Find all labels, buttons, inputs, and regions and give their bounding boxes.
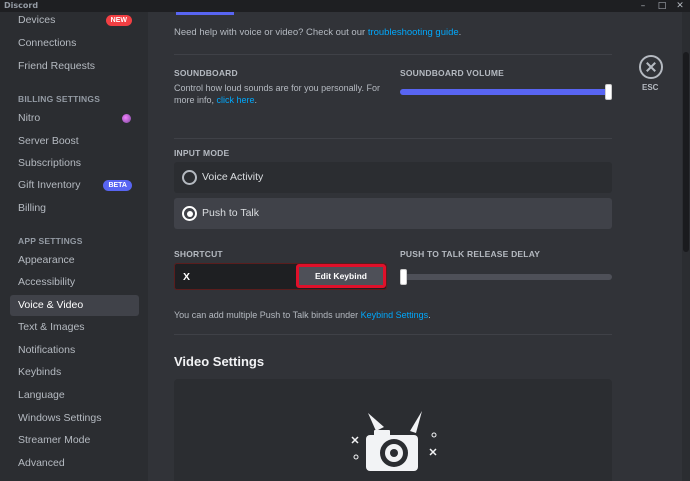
release-delay-slider[interactable]: [400, 269, 612, 285]
close-window-icon[interactable]: ✕: [672, 0, 688, 12]
sidebar-item-nitro[interactable]: Nitro: [10, 108, 139, 129]
sidebar-item-label: Text & Images: [18, 321, 85, 333]
soundboard-volume-label: SOUNDBOARD VOLUME: [400, 68, 504, 78]
sidebar-item-label: Billing: [18, 202, 47, 214]
sidebar-item-label: Advanced: [18, 457, 65, 469]
camera-illustration-icon: [351, 411, 437, 471]
sidebar-item-label: Streamer Mode: [18, 434, 91, 446]
sidebar-item-label: Nitro: [18, 112, 41, 124]
edit-keybind-button[interactable]: Edit Keybind: [296, 264, 386, 288]
new-badge: NEW: [105, 15, 132, 26]
click-here-link[interactable]: click here: [217, 95, 255, 105]
sidebar-item-label: Keybinds: [18, 366, 62, 378]
soundboard-volume-slider[interactable]: [400, 84, 612, 100]
nitro-icon: [122, 114, 131, 123]
sidebar-item-notifications[interactable]: Notifications: [10, 340, 139, 361]
input-mode-label: INPUT MODE: [174, 148, 230, 158]
sidebar-item-voice-video[interactable]: Voice & Video: [10, 295, 139, 316]
sidebar-item-language[interactable]: Language: [10, 385, 139, 406]
minimize-icon[interactable]: –: [635, 0, 651, 12]
app-title: Discord: [4, 1, 39, 10]
maximize-icon[interactable]: □: [654, 0, 670, 12]
radio-voice-activity[interactable]: Voice Activity: [174, 162, 612, 193]
sidebar-item-label: Devices: [18, 14, 56, 26]
troubleshooting-link[interactable]: troubleshooting guide: [368, 27, 459, 38]
shortcut-value: X: [183, 271, 191, 283]
divider: [174, 334, 612, 335]
sidebar-item-advanced[interactable]: Advanced: [10, 453, 139, 474]
video-settings-title: Video Settings: [174, 354, 265, 369]
app-settings-header: APP SETTINGS: [18, 236, 83, 246]
sidebar-item-friend-requests[interactable]: Friend Requests: [10, 56, 139, 77]
scrollbar[interactable]: [682, 12, 690, 481]
sidebar-item-label: Connections: [18, 37, 77, 49]
radio-label: Voice Activity: [202, 171, 264, 183]
sidebar-item-label: Voice & Video: [18, 299, 84, 311]
help-text-body: Need help with voice or video? Check out…: [174, 27, 368, 38]
sidebar-item-label: Language: [18, 389, 65, 401]
help-text: Need help with voice or video? Check out…: [174, 27, 461, 38]
sidebar-item-label: Accessibility: [18, 276, 76, 288]
soundboard-label: SOUNDBOARD: [174, 68, 238, 78]
sidebar-item-windows-settings[interactable]: Windows Settings: [10, 408, 139, 429]
sidebar-item-label: Gift Inventory: [18, 179, 81, 191]
settings-sidebar: Devices NEW Connections Friend Requests …: [0, 12, 148, 481]
sidebar-item-connections[interactable]: Connections: [10, 33, 139, 54]
tab-underline: [176, 12, 234, 15]
sidebar-item-keybinds[interactable]: Keybinds: [10, 362, 139, 383]
help-text-end: .: [458, 27, 462, 38]
radio-circle-icon: [182, 170, 197, 185]
billing-settings-header: BILLING SETTINGS: [18, 94, 101, 104]
sidebar-item-devices[interactable]: Devices NEW: [10, 10, 139, 31]
sidebar-item-accessibility[interactable]: Accessibility: [10, 272, 139, 293]
sidebar-item-label: Notifications: [18, 344, 76, 356]
radio-push-to-talk[interactable]: Push to Talk: [174, 198, 612, 229]
sidebar-item-server-boost[interactable]: Server Boost: [10, 131, 139, 152]
sidebar-item-text-images[interactable]: Text & Images: [10, 317, 139, 338]
radio-label: Push to Talk: [202, 207, 260, 219]
divider: [174, 138, 612, 139]
shortcut-label: SHORTCUT: [174, 249, 223, 259]
keybind-note-body: You can add multiple Push to Talk binds …: [174, 310, 361, 320]
sidebar-item-label: Windows Settings: [18, 412, 102, 424]
sidebar-item-subscriptions[interactable]: Subscriptions: [10, 153, 139, 174]
divider: [174, 54, 612, 55]
soundboard-desc-body: Control how loud sounds are for you pers…: [174, 83, 380, 105]
scroll-thumb[interactable]: [683, 52, 689, 252]
sidebar-item-gift-inventory[interactable]: Gift Inventory BETA: [10, 175, 139, 196]
keybind-note-end: .: [428, 310, 431, 320]
sidebar-item-label: Subscriptions: [18, 157, 82, 169]
sidebar-item-label: Appearance: [18, 254, 75, 266]
keybind-note: You can add multiple Push to Talk binds …: [174, 309, 431, 321]
sidebar-item-appearance[interactable]: Appearance: [10, 250, 139, 271]
slider-thumb[interactable]: [605, 84, 612, 100]
sidebar-item-billing[interactable]: Billing: [10, 198, 139, 219]
sidebar-item-label: Friend Requests: [18, 60, 96, 72]
esc-label: ESC: [642, 83, 659, 92]
voice-video-settings: Need help with voice or video? Check out…: [148, 12, 690, 481]
slider-thumb[interactable]: [400, 269, 407, 285]
sidebar-item-streamer-mode[interactable]: Streamer Mode: [10, 430, 139, 451]
beta-badge: BETA: [103, 180, 132, 191]
soundboard-desc: Control how loud sounds are for you pers…: [174, 82, 382, 106]
video-preview: [174, 379, 612, 481]
soundboard-desc-end: .: [254, 95, 258, 105]
keybind-settings-link[interactable]: Keybind Settings: [361, 310, 429, 320]
release-delay-label: PUSH TO TALK RELEASE DELAY: [400, 249, 541, 259]
slider-fill: [400, 89, 609, 95]
sidebar-item-label: Server Boost: [18, 135, 79, 147]
close-settings-button[interactable]: [639, 55, 663, 79]
radio-circle-selected-icon: [182, 206, 197, 221]
